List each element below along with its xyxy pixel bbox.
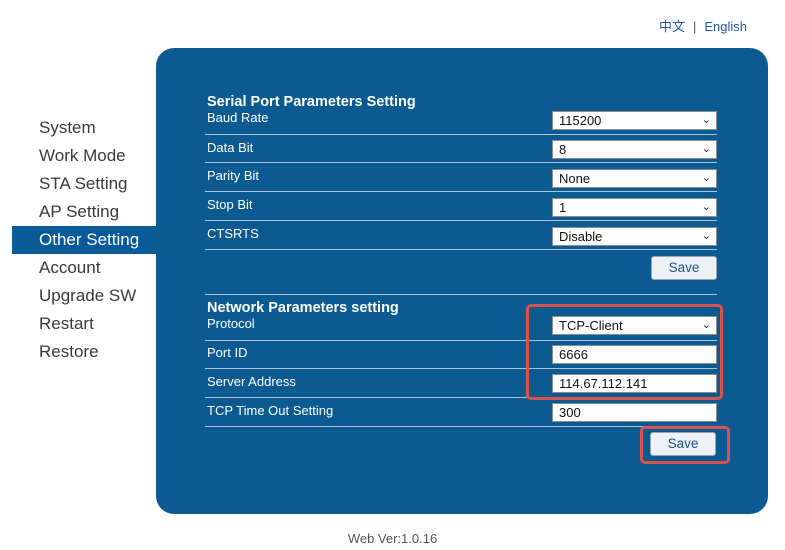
sidebar-item-other-setting[interactable]: Other Setting	[12, 226, 157, 254]
tcp-timeout-input[interactable]: 300	[552, 403, 717, 422]
sidebar-item-ap-setting[interactable]: AP Setting	[12, 198, 157, 226]
parity-bit-select[interactable]: None ⌄	[552, 169, 717, 188]
data-bit-select[interactable]: 8 ⌄	[552, 140, 717, 159]
ctsrts-select[interactable]: Disable ⌄	[552, 227, 717, 246]
chevron-down-icon: ⌄	[701, 201, 711, 213]
row-divider	[205, 162, 717, 163]
parity-bit-value: None	[559, 171, 591, 186]
sidebar-item-work-mode[interactable]: Work Mode	[12, 142, 157, 170]
row-divider	[205, 191, 717, 192]
stop-bit-select[interactable]: 1 ⌄	[552, 198, 717, 217]
row-divider	[205, 220, 717, 221]
row-divider	[205, 249, 717, 250]
chevron-down-icon: ⌄	[701, 114, 711, 126]
sidebar-item-system[interactable]: System	[12, 114, 157, 142]
serial-save-button[interactable]: Save	[651, 256, 717, 280]
lang-english-link[interactable]: English	[704, 19, 747, 34]
data-bit-label: Data Bit	[207, 140, 254, 155]
web-version: Web Ver:1.0.16	[347, 531, 438, 546]
sidebar-nav: System Work Mode STA Setting AP Setting …	[12, 114, 157, 366]
ctsrts-value: Disable	[559, 229, 603, 244]
stop-bit-label: Stop Bit	[207, 197, 253, 212]
row-divider	[205, 134, 717, 135]
sidebar-item-restore[interactable]: Restore	[12, 338, 157, 366]
baud-rate-select[interactable]: 115200 ⌄	[552, 111, 717, 130]
highlight-save-button	[640, 426, 730, 464]
chevron-down-icon: ⌄	[701, 143, 711, 155]
chevron-down-icon: ⌄	[701, 172, 711, 184]
lang-separator: |	[692, 19, 697, 34]
sidebar-item-account[interactable]: Account	[12, 254, 157, 282]
sidebar-item-upgrade-sw[interactable]: Upgrade SW	[12, 282, 157, 310]
sidebar-item-restart[interactable]: Restart	[12, 310, 157, 338]
server-address-label: Server Address	[207, 374, 296, 389]
highlight-network-fields	[526, 304, 723, 400]
tcp-timeout-label: TCP Time Out Setting	[207, 403, 334, 418]
settings-panel: Serial Port Parameters Setting Baud Rate…	[156, 48, 768, 514]
serial-section-title: Serial Port Parameters Setting	[207, 94, 416, 110]
protocol-label: Protocol	[207, 316, 255, 331]
language-switch: 中文 | English	[659, 16, 747, 35]
ctsrts-label: CTSRTS	[207, 226, 259, 241]
sidebar-item-sta-setting[interactable]: STA Setting	[12, 170, 157, 198]
port-id-label: Port ID	[207, 345, 248, 360]
data-bit-value: 8	[559, 142, 567, 157]
parity-bit-label: Parity Bit	[207, 168, 260, 183]
section-divider	[205, 294, 717, 295]
stop-bit-value: 1	[559, 200, 567, 215]
lang-chinese-link[interactable]: 中文	[659, 19, 685, 34]
baud-rate-label: Baud Rate	[207, 110, 269, 125]
baud-rate-value: 115200	[559, 113, 602, 128]
chevron-down-icon: ⌄	[701, 230, 711, 242]
network-section-title: Network Parameters setting	[207, 300, 399, 316]
